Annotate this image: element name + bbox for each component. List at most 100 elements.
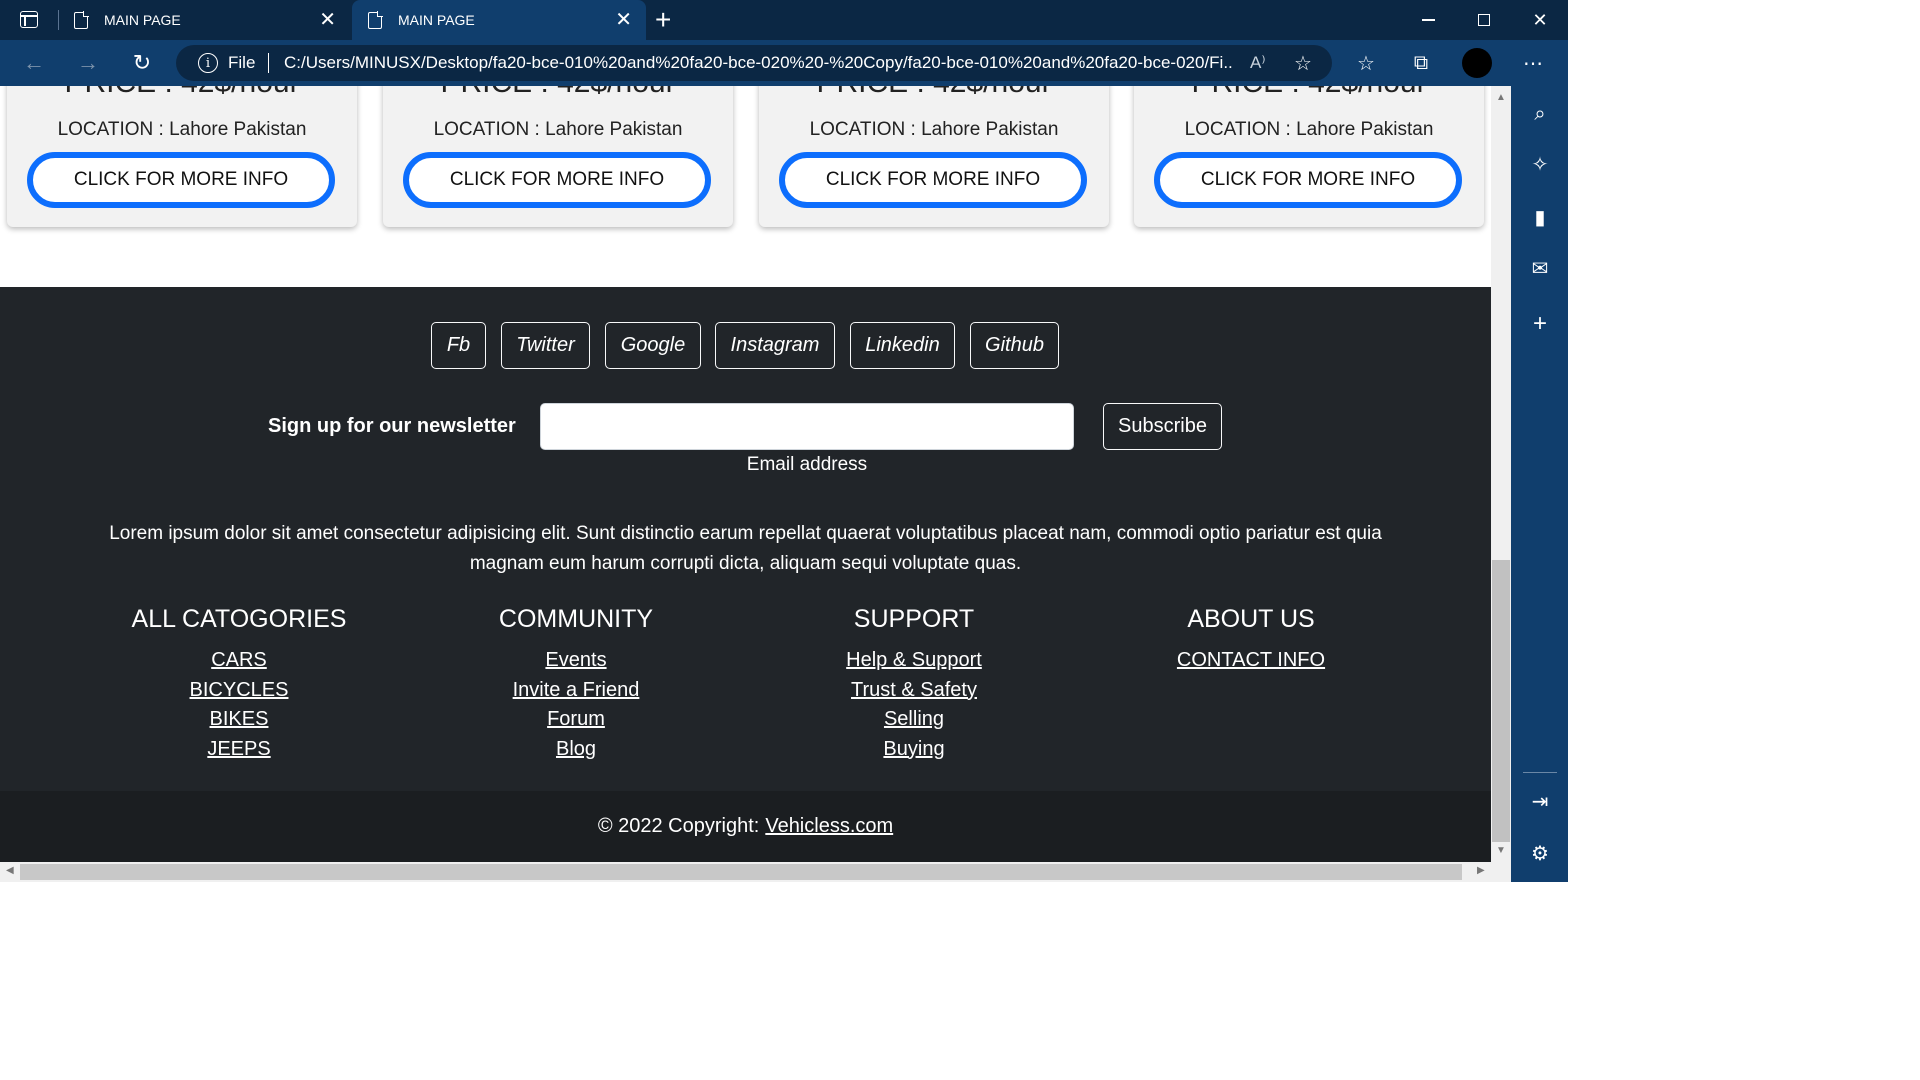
footer-column-about: ABOUT US CONTACT INFO (1101, 605, 1401, 676)
close-tab-icon[interactable]: ✕ (319, 10, 336, 30)
restore-icon (1478, 14, 1490, 26)
footer-link-selling[interactable]: Selling (764, 705, 1064, 735)
footer-column-community: COMMUNITY Events Invite a Friend Forum B… (426, 605, 726, 764)
close-tab-icon[interactable]: ✕ (615, 10, 632, 30)
card-location: LOCATION : Lahore Pakistan (57, 119, 307, 140)
outlook-icon[interactable]: ✉ (1525, 253, 1555, 283)
card-location: LOCATION : Lahore Pakistan (1184, 119, 1434, 140)
tab-actions-icon[interactable] (20, 11, 38, 28)
page-viewport: PRICE : 42$/hour LOCATION : Lahore Pakis… (0, 86, 1491, 862)
close-window-button[interactable]: ✕ (1512, 0, 1568, 40)
tab-main-page-2[interactable]: MAIN PAGE ✕ (352, 0, 646, 40)
listing-card: PRICE : 42$/hour LOCATION : Lahore Pakis… (383, 86, 733, 227)
copyright-bar: © 2022 Copyright: Vehicless.com (0, 791, 1491, 862)
settings-icon[interactable]: ⚙ (1525, 838, 1555, 868)
restore-button[interactable] (1456, 0, 1512, 40)
card-price: PRICE : 42$/hour (383, 86, 733, 100)
site-footer: Fb Twitter Google Instagram Linkedin Git… (0, 287, 1491, 792)
copyright-link[interactable]: Vehicless.com (765, 815, 893, 838)
listing-card: PRICE : 42$/hour LOCATION : Lahore Pakis… (759, 86, 1109, 227)
forward-icon: → (77, 50, 99, 75)
more-info-button[interactable]: CLICK FOR MORE INFO (403, 152, 711, 208)
more-info-button[interactable]: CLICK FOR MORE INFO (27, 152, 335, 208)
favorites-icon[interactable]: ☆ (1350, 48, 1382, 78)
minimize-button[interactable] (1400, 0, 1456, 40)
minimize-icon (1421, 19, 1435, 21)
footer-column-support: SUPPORT Help & Support Trust & Safety Se… (764, 605, 1064, 764)
card-price: PRICE : 42$/hour (7, 86, 357, 100)
more-icon[interactable]: ⋯ (1517, 48, 1549, 78)
read-aloud-icon[interactable]: A⁾ (1250, 53, 1266, 73)
footer-column-categories: ALL CATOGORIES CARS BICYCLES BIKES JEEPS (89, 605, 389, 764)
page-icon (368, 11, 383, 29)
back-icon: ← (23, 50, 45, 75)
footer-link-bikes[interactable]: BIKES (89, 705, 389, 735)
forward-button[interactable]: → (72, 48, 104, 78)
address-scheme: File (228, 53, 256, 72)
newsletter-label: Sign up for our newsletter (268, 415, 516, 437)
back-button[interactable]: ← (18, 48, 50, 78)
scroll-right-arrow-icon[interactable]: ▶ (1477, 865, 1485, 876)
newsletter-help-text: Email address (746, 454, 868, 475)
address-url[interactable]: C:/Users/MINUSX/Desktop/fa20-bce-010%20a… (284, 53, 1234, 73)
tab-main-page-1[interactable]: MAIN PAGE ✕ (58, 0, 350, 40)
listing-card: PRICE : 42$/hour LOCATION : Lahore Pakis… (1134, 86, 1484, 227)
footer-link-buying[interactable]: Buying (764, 735, 1064, 765)
info-icon[interactable]: i (198, 53, 218, 73)
social-google-button[interactable]: Google (605, 322, 701, 369)
footer-link-jeeps[interactable]: JEEPS (89, 735, 389, 765)
refresh-icon: ↻ (132, 50, 152, 75)
more-info-button[interactable]: CLICK FOR MORE INFO (779, 152, 1087, 208)
footer-link-help-support[interactable]: Help & Support (764, 646, 1064, 676)
more-info-button[interactable]: CLICK FOR MORE INFO (1154, 152, 1462, 208)
newsletter-email-input[interactable] (540, 403, 1074, 450)
footer-link-cars[interactable]: CARS (89, 646, 389, 676)
vertical-scroll-thumb[interactable] (1492, 560, 1510, 842)
profile-avatar[interactable] (1462, 48, 1492, 78)
hide-sidebar-icon[interactable]: ⇥ (1525, 786, 1555, 816)
browser-tab-bar: MAIN PAGE ✕ MAIN PAGE ✕ + ✕ (0, 0, 1568, 40)
address-separator (268, 53, 269, 73)
scroll-up-arrow-icon[interactable]: ▲ (1496, 92, 1506, 103)
footer-link-contact-info[interactable]: CONTACT INFO (1101, 646, 1401, 676)
footer-link-bicycles[interactable]: BICYCLES (89, 676, 389, 706)
tab-title: MAIN PAGE (104, 12, 181, 28)
footer-link-blog[interactable]: Blog (426, 735, 726, 765)
address-bar[interactable]: i File C:/Users/MINUSX/Desktop/fa20-bce-… (176, 45, 1332, 81)
social-twitter-button[interactable]: Twitter (501, 322, 590, 369)
card-price: PRICE : 42$/hour (1134, 86, 1484, 100)
footer-link-forum[interactable]: Forum (426, 705, 726, 735)
footer-description: Lorem ipsum dolor sit amet consectetur a… (109, 523, 1382, 574)
footer-column-title: COMMUNITY (498, 605, 654, 633)
social-fb-button[interactable]: Fb (431, 322, 486, 369)
sparkle-icon[interactable]: ✧ (1525, 149, 1555, 179)
scroll-left-arrow-icon[interactable]: ◀ (6, 865, 14, 876)
footer-column-title: SUPPORT (853, 605, 975, 633)
social-instagram-button[interactable]: Instagram (715, 322, 835, 369)
horizontal-scroll-thumb[interactable] (20, 864, 1462, 880)
scroll-down-arrow-icon[interactable]: ▼ (1496, 845, 1506, 856)
browser-toolbar: ← → ↻ i File C:/Users/MINUSX/Desktop/fa2… (0, 40, 1568, 86)
page-icon (74, 11, 89, 29)
refresh-button[interactable]: ↻ (126, 48, 158, 78)
browser-sidebar: ⌕ ✧ ▮ ✉ + ⇥ ⚙ (1511, 86, 1568, 882)
add-icon[interactable]: + (1525, 309, 1555, 339)
tab-title: MAIN PAGE (398, 12, 475, 28)
card-location: LOCATION : Lahore Pakistan (809, 119, 1059, 140)
social-github-button[interactable]: Github (970, 322, 1059, 369)
card-location: LOCATION : Lahore Pakistan (433, 119, 683, 140)
sidebar-divider (1523, 772, 1557, 773)
footer-link-trust-safety[interactable]: Trust & Safety (764, 676, 1064, 706)
add-favorite-icon[interactable]: ☆ (1294, 51, 1312, 76)
social-linkedin-button[interactable]: Linkedin (850, 322, 955, 369)
listing-card: PRICE : 42$/hour LOCATION : Lahore Pakis… (7, 86, 357, 227)
subscribe-button[interactable]: Subscribe (1103, 403, 1222, 450)
new-tab-button[interactable]: + (655, 4, 671, 36)
footer-link-events[interactable]: Events (426, 646, 726, 676)
office-icon[interactable]: ▮ (1525, 202, 1555, 232)
collections-icon[interactable]: ⧉ (1405, 48, 1437, 78)
search-icon[interactable]: ⌕ (1525, 99, 1555, 129)
footer-link-invite-friend[interactable]: Invite a Friend (426, 676, 726, 706)
footer-column-title: ALL CATOGORIES (131, 605, 347, 633)
footer-column-title: ABOUT US (1187, 605, 1315, 633)
